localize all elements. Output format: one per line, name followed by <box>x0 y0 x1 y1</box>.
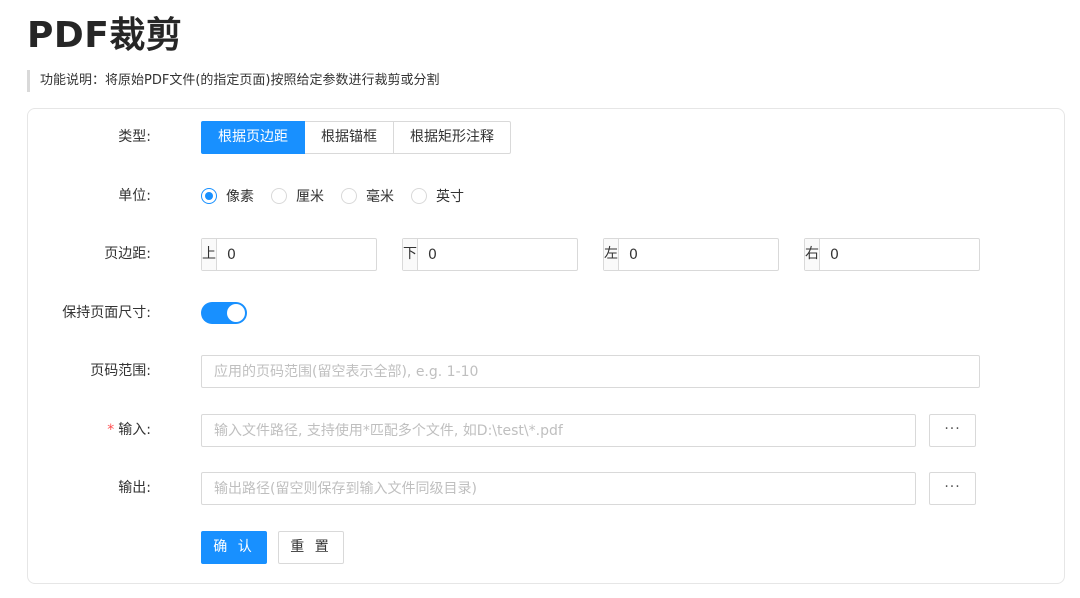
function-description: 功能说明：将原始PDF文件(的指定页面)按照给定参数进行裁剪或分割 <box>27 70 439 92</box>
required-mark: * <box>107 422 115 438</box>
input-row: *输入: ··· <box>28 413 1064 447</box>
reset-button[interactable]: 重 置 <box>278 531 344 564</box>
output-row: 输出: ··· <box>28 471 1064 505</box>
page-title: PDF裁剪 <box>27 15 183 56</box>
type-label: 类型: <box>118 129 151 145</box>
margin-left-addon: 左 <box>604 239 619 270</box>
margin-top-addon: 上 <box>202 239 217 270</box>
type-option-margin[interactable]: 根据页边距 <box>201 121 305 154</box>
unit-radio-inch-label: 英寸 <box>436 189 464 205</box>
type-segmented-control: 根据页边距 根据锚框 根据矩形注释 <box>201 121 511 154</box>
margin-bottom-group: 下 <box>402 238 602 271</box>
margins-row: 页边距: 上 下 左 右 <box>28 237 1064 271</box>
radio-dot-icon <box>341 188 357 204</box>
keep-size-row: 保持页面尺寸: <box>28 296 1064 330</box>
margin-right-addon: 右 <box>805 239 820 270</box>
page-range-label: 页码范围: <box>90 363 151 379</box>
input-label: * 输入: <box>28 413 151 447</box>
input-path-field[interactable] <box>201 414 916 447</box>
margin-top-input[interactable] <box>217 239 401 270</box>
unit-radio-cm[interactable]: 厘米 <box>271 186 324 206</box>
input-label-text: 输入: <box>118 422 151 438</box>
output-path-field[interactable] <box>201 472 916 505</box>
unit-radio-pixel-label: 像素 <box>226 189 254 205</box>
confirm-button[interactable]: 确 认 <box>201 531 267 564</box>
unit-radio-mm[interactable]: 毫米 <box>341 186 394 206</box>
unit-radio-pixel[interactable]: 像素 <box>201 186 254 206</box>
margins-label: 页边距: <box>104 246 151 262</box>
margin-bottom-input[interactable] <box>418 239 602 270</box>
radio-dot-icon <box>201 188 217 204</box>
radio-dot-icon <box>271 188 287 204</box>
radio-dot-icon <box>411 188 427 204</box>
keep-size-toggle[interactable] <box>201 302 247 324</box>
margin-right-input[interactable] <box>820 239 1004 270</box>
margin-left-group: 左 <box>603 238 803 271</box>
margin-bottom-addon: 下 <box>403 239 418 270</box>
unit-radio-inch[interactable]: 英寸 <box>411 186 464 206</box>
unit-label: 单位: <box>118 188 151 204</box>
type-option-anchor-box[interactable]: 根据锚框 <box>304 121 394 154</box>
margin-right-group: 右 <box>804 238 1004 271</box>
unit-radio-group: 像素 厘米 毫米 英寸 <box>201 179 481 213</box>
keep-size-label: 保持页面尺寸: <box>62 305 151 321</box>
margin-top-group: 上 <box>201 238 401 271</box>
margin-left-input[interactable] <box>619 239 803 270</box>
page-range-row: 页码范围: <box>28 354 1064 388</box>
type-row: 类型: 根据页边距 根据锚框 根据矩形注释 <box>28 120 1064 154</box>
page-range-input[interactable] <box>201 355 980 388</box>
output-label: 输出: <box>118 480 151 496</box>
unit-radio-cm-label: 厘米 <box>296 189 324 205</box>
output-browse-button[interactable]: ··· <box>929 472 976 505</box>
actions-row: 确 认 重 置 <box>28 530 1064 564</box>
unit-row: 单位: 像素 厘米 毫米 英寸 <box>28 179 1064 213</box>
type-option-rect-annotation[interactable]: 根据矩形注释 <box>393 121 511 154</box>
unit-radio-mm-label: 毫米 <box>366 189 394 205</box>
toggle-knob <box>227 304 245 322</box>
form-card: 类型: 根据页边距 根据锚框 根据矩形注释 单位: 像素 厘米 毫米 英寸 页边… <box>27 108 1065 584</box>
input-browse-button[interactable]: ··· <box>929 414 976 447</box>
